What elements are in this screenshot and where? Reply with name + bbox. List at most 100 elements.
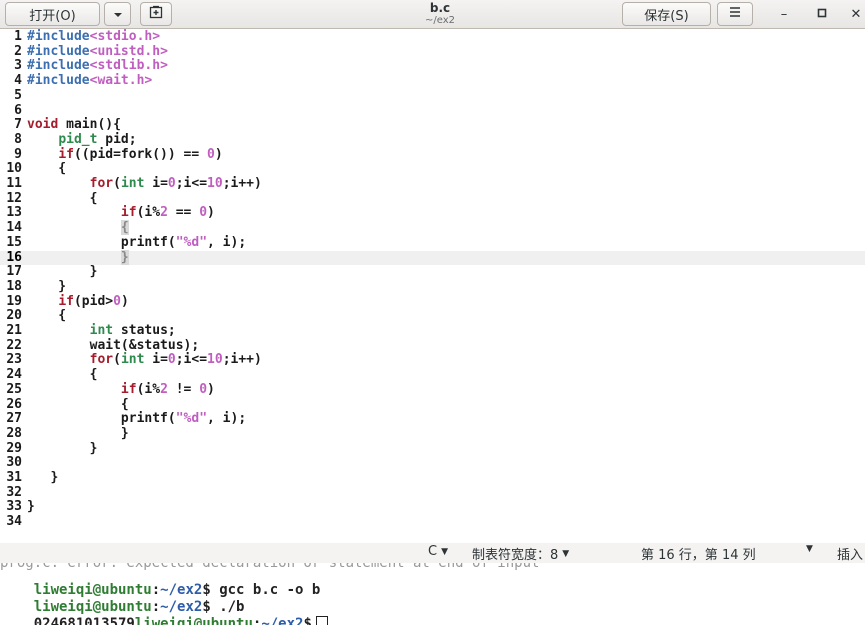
code-line[interactable]: 13 if(i%2 == 0): [0, 206, 865, 221]
language-select[interactable]: C ▼: [428, 544, 448, 559]
open-button-label: 打开(O): [29, 8, 76, 24]
code-text: {: [27, 161, 67, 177]
line-number: 17: [6, 264, 22, 280]
insert-mode-indicator[interactable]: 插入: [837, 544, 863, 563]
prompt-path: ~/ex2: [261, 616, 304, 625]
code-text: {: [27, 308, 67, 324]
code-text: }: [27, 264, 98, 280]
menu-button[interactable]: [717, 2, 753, 26]
terminal[interactable]: prog.c: error: expected declaration or s…: [0, 563, 865, 625]
terminal-line: liweiqi@ubuntu:~/ex2$ gcc b.c -o b: [33, 582, 321, 598]
line-number: 9: [14, 146, 22, 162]
code-line[interactable]: 30: [0, 456, 865, 471]
code-line[interactable]: 8 pid_t pid;: [0, 131, 865, 148]
file-path: ~/ex2: [424, 15, 455, 26]
code-line[interactable]: 34: [0, 514, 865, 530]
open-menu-button[interactable]: [104, 2, 131, 26]
code-line[interactable]: 5: [0, 87, 865, 104]
line-number: 4: [14, 73, 22, 89]
header-bar: 打开(O) b.c ~/ex2 保存(S) – ✕: [0, 0, 865, 29]
code-line[interactable]: 4 #include<wait.h>: [0, 73, 865, 89]
new-tab-button[interactable]: [140, 2, 172, 26]
cursor-position[interactable]: 第 16 行，第 14 列: [641, 544, 756, 563]
code-line[interactable]: 10 {: [0, 162, 865, 177]
code-line[interactable]: 24 {: [0, 367, 865, 383]
line-number: 14: [6, 220, 22, 236]
chevron-down-icon: ▼: [441, 546, 448, 557]
close-button[interactable]: ✕: [844, 4, 865, 24]
code-line[interactable]: 29 }: [0, 440, 865, 457]
code-line[interactable]: 15 printf("%d", i);: [0, 235, 865, 251]
language-label: C: [428, 544, 438, 559]
code-text: void main(){: [27, 117, 121, 133]
code-line[interactable]: 11 for(int i=0;i<=10;i++): [0, 176, 865, 192]
open-button[interactable]: 打开(O): [5, 2, 100, 26]
line-number: 24: [6, 367, 22, 383]
code-line[interactable]: 20 {: [0, 309, 865, 324]
code-line[interactable]: 33}: [0, 500, 865, 515]
code-text: }: [27, 499, 35, 515]
line-number: 23: [6, 352, 22, 368]
code-text: if((pid=fork()) == 0): [58, 146, 223, 162]
line-number: 10: [6, 161, 22, 177]
minimize-button[interactable]: –: [772, 4, 796, 24]
code-text: #include<stdio.h>: [27, 29, 161, 44]
code-line[interactable]: 1 #include<stdio.h>: [0, 29, 865, 45]
code-text: #include<unistd.h>: [27, 43, 168, 59]
code-line[interactable]: 21 int status;: [0, 323, 865, 339]
tab-width-select[interactable]: 制表符宽度：8 ▼: [472, 544, 569, 563]
line-number: 5: [14, 87, 22, 103]
code-text: if(pid>0): [58, 293, 129, 309]
line-number: 6: [14, 102, 22, 118]
chevron-down-icon: [113, 7, 123, 22]
terminal-line: liweiqi@ubuntu:~/ex2$ ./b: [33, 599, 245, 615]
code-editor[interactable]: 1 #include<stdio.h> 2 #include<unistd.h> 3 #i…: [0, 29, 865, 543]
code-line[interactable]: 7 void main(){: [0, 117, 865, 133]
code-text: }: [120, 249, 129, 265]
line-number: 27: [6, 411, 22, 427]
code-line[interactable]: 26 {: [0, 396, 865, 413]
window-title: b.c ~/ex2: [360, 0, 520, 27]
code-line[interactable]: 16 }: [0, 249, 865, 266]
code-line[interactable]: 12 {: [0, 190, 865, 207]
line-number: 8: [14, 131, 22, 147]
code-line[interactable]: 31 }: [0, 470, 865, 486]
code-line[interactable]: 6: [0, 102, 865, 119]
code-line[interactable]: 17 }: [0, 264, 865, 280]
code-line[interactable]: 9 if((pid=fork()) == 0): [0, 146, 865, 163]
code-line[interactable]: 3 #include<stdlib.h>: [0, 59, 865, 74]
position-menu-button[interactable]: ▼: [802, 544, 813, 554]
status-bar: C ▼ 制表符宽度：8 ▼ 第 16 行，第 14 列 ▼ 插入: [0, 543, 865, 563]
line-number: 29: [6, 440, 22, 456]
code-text: for(int i=0;i<=10;i++): [89, 352, 262, 368]
code-text: {: [27, 396, 129, 412]
code-line[interactable]: 27 printf("%d", i);: [0, 411, 865, 427]
tab-width-label: 制表符宽度：8: [472, 548, 559, 563]
terminal-line: 024681013579liweiqi@ubuntu:~/ex2$: [0, 600, 328, 625]
code-text: printf("%d", i);: [27, 411, 247, 427]
code-line[interactable]: 22 wait(&status);: [0, 338, 865, 354]
code-line[interactable]: 28 }: [0, 426, 865, 442]
line-number: 16: [6, 249, 22, 265]
chevron-down-icon: ▼: [562, 548, 570, 559]
code-line[interactable]: 32: [0, 485, 865, 501]
code-line[interactable]: 23 for(int i=0;i<=10;i++): [0, 353, 865, 368]
code-line[interactable]: 25 if(i%2 != 0): [0, 381, 865, 398]
file-name: b.c: [429, 1, 451, 15]
line-number: 12: [6, 190, 22, 206]
line-number: 2: [14, 43, 22, 59]
code-text: {: [27, 367, 98, 383]
save-button[interactable]: 保存(S): [622, 2, 711, 26]
code-line[interactable]: 19 if(pid>0): [0, 293, 865, 310]
code-line[interactable]: 2 #include<unistd.h>: [0, 43, 865, 60]
minimize-icon: –: [780, 6, 788, 22]
line-number: 31: [6, 470, 22, 485]
hamburger-icon: [728, 6, 742, 22]
code-text: int status;: [89, 323, 176, 338]
code-text: if(i%2 != 0): [120, 381, 215, 397]
code-text: pid_t pid;: [58, 131, 137, 147]
maximize-button[interactable]: [810, 4, 834, 24]
code-line[interactable]: 14 {: [0, 220, 865, 236]
code-line[interactable]: 18 }: [0, 279, 865, 295]
line-number: 25: [6, 381, 22, 397]
